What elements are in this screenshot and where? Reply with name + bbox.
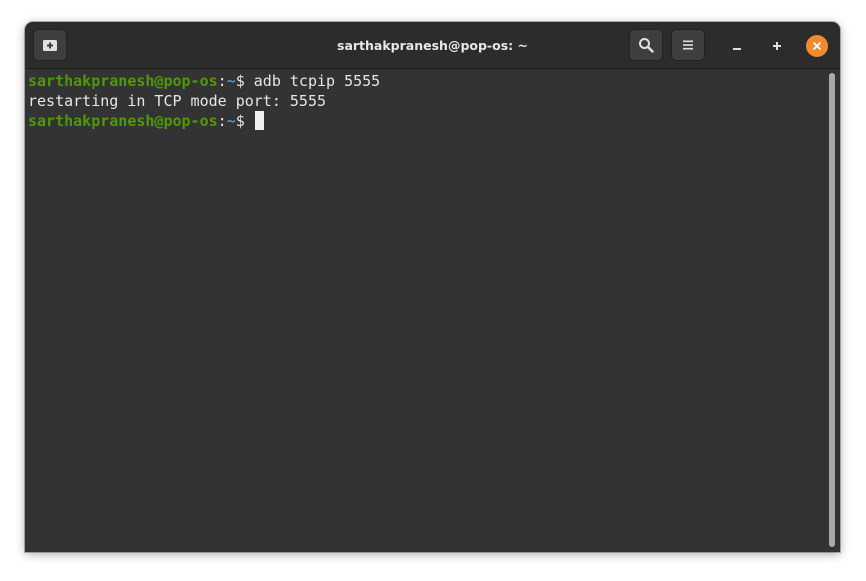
prompt-path: ~ (226, 112, 236, 130)
prompt-colon: : (217, 112, 227, 130)
prompt-path: ~ (226, 72, 236, 90)
scrollbar[interactable] (829, 73, 835, 547)
new-tab-icon (43, 40, 57, 51)
prompt-user-host: sarthakpranesh@pop-os (28, 72, 218, 90)
close-button[interactable] (806, 35, 828, 57)
prompt-colon: : (217, 72, 227, 90)
window-title: sarthakpranesh@pop-os: ~ (337, 38, 528, 53)
new-tab-button[interactable] (33, 29, 67, 61)
header-bar: sarthakpranesh@pop-os: ~ (25, 22, 840, 69)
output-text: restarting in TCP mode port: 5555 (28, 92, 327, 110)
close-icon (813, 42, 821, 50)
maximize-button[interactable] (766, 35, 788, 57)
minimize-button[interactable] (726, 35, 748, 57)
terminal-line-output: restarting in TCP mode port: 5555 (28, 91, 326, 111)
command-text: adb tcpip 5555 (253, 72, 381, 90)
terminal-line-prompt: sarthakpranesh@pop-os:~$ (28, 111, 264, 131)
search-button[interactable] (629, 29, 663, 61)
prompt-dollar: $ (235, 112, 254, 130)
prompt-user-host: sarthakpranesh@pop-os (28, 112, 218, 130)
text-cursor (254, 111, 264, 130)
minimize-icon (733, 48, 741, 50)
search-icon (639, 38, 654, 53)
hamburger-menu-icon (683, 40, 693, 50)
terminal-area[interactable]: sarthakpranesh@pop-os:~$ adb tcpip 5555 … (25, 69, 840, 552)
terminal-line-command: sarthakpranesh@pop-os:~$ adb tcpip 5555 (28, 71, 380, 91)
terminal-window: sarthakpranesh@pop-os: ~ sarthakpranesh@… (25, 22, 840, 552)
maximize-icon (773, 42, 781, 50)
menu-button[interactable] (671, 29, 705, 61)
prompt-dollar: $ (235, 72, 254, 90)
